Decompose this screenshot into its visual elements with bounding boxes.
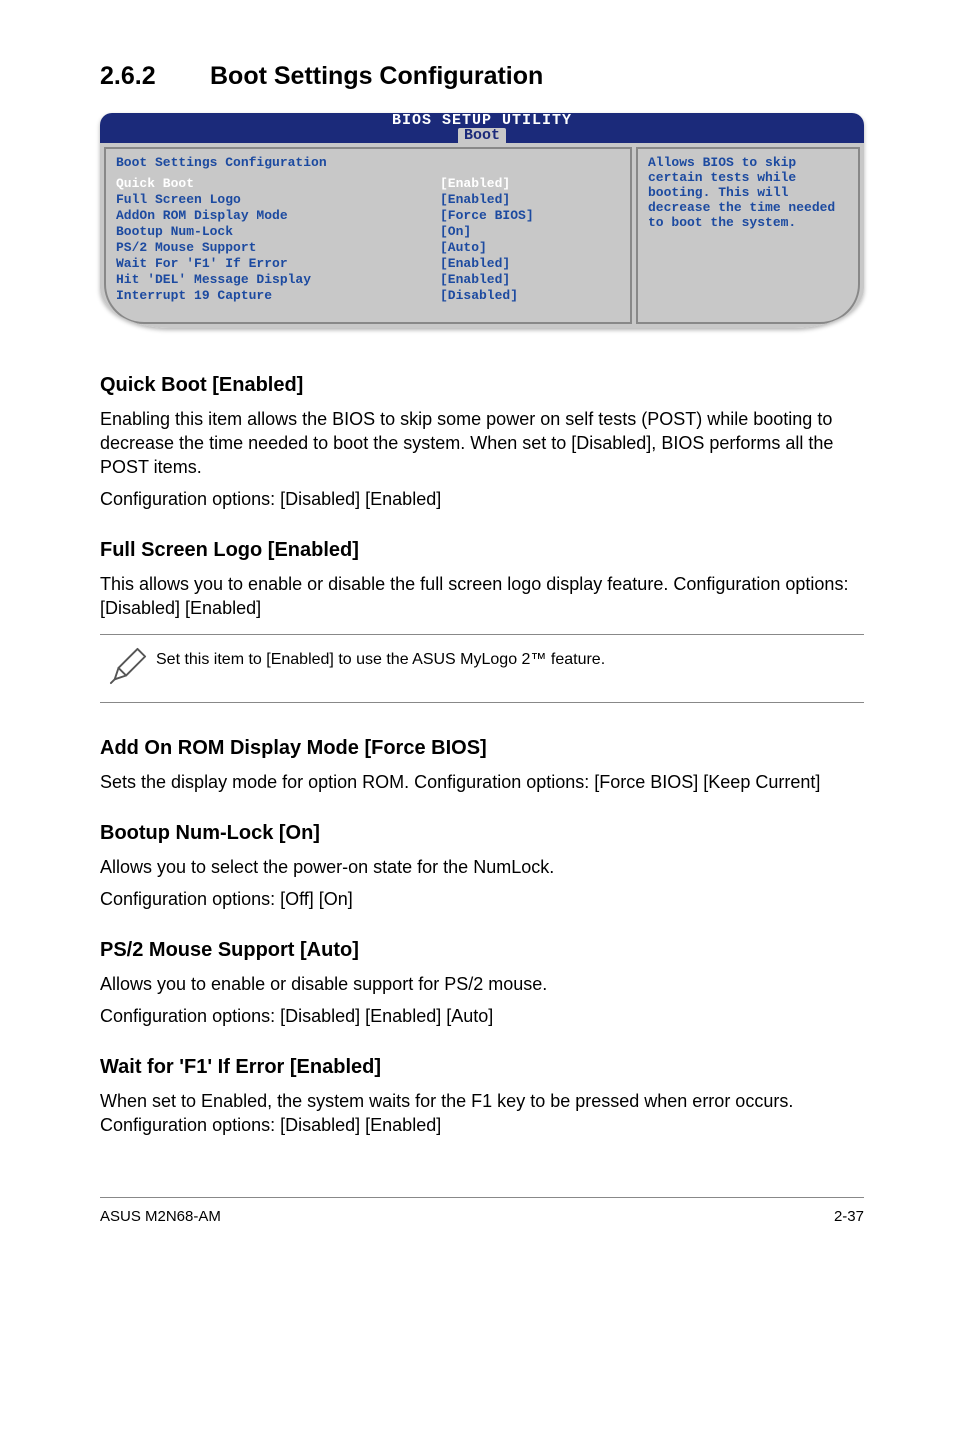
quick-boot-heading: Quick Boot [Enabled]: [100, 374, 864, 397]
bios-row-value: [Enabled]: [440, 256, 620, 272]
ps2-heading: PS/2 Mouse Support [Auto]: [100, 939, 864, 962]
bios-row-label: Hit 'DEL' Message Display: [116, 272, 440, 288]
bios-window: BIOS SETUP UTILITY Boot Boot Settings Co…: [100, 113, 864, 328]
section-heading: 2.6.2Boot Settings Configuration: [100, 62, 864, 91]
bios-row-label: Bootup Num-Lock: [116, 224, 440, 240]
section-title: Boot Settings Configuration: [210, 62, 543, 90]
numlock-block: Bootup Num-Lock [On] Allows you to selec…: [100, 822, 864, 911]
bios-row-label: Interrupt 19 Capture: [116, 288, 440, 304]
bios-row-label: Full Screen Logo: [116, 192, 440, 208]
pencil-icon: [100, 647, 156, 690]
bios-row-value: [Auto]: [440, 240, 620, 256]
bios-row: PS/2 Mouse Support[Auto]: [116, 240, 620, 256]
waitf1-heading: Wait for 'F1' If Error [Enabled]: [100, 1056, 864, 1079]
ps2-block: PS/2 Mouse Support [Auto] Allows you to …: [100, 939, 864, 1028]
bios-help-text: Allows BIOS to skip certain tests while …: [648, 155, 835, 230]
numlock-body1: Allows you to select the power-on state …: [100, 855, 864, 879]
quick-boot-body1: Enabling this item allows the BIOS to sk…: [100, 407, 864, 479]
bios-row: AddOn ROM Display Mode[Force BIOS]: [116, 208, 620, 224]
bios-settings-table: Quick Boot[Enabled]Full Screen Logo[Enab…: [116, 176, 620, 304]
bios-row-value: [Disabled]: [440, 288, 620, 304]
waitf1-block: Wait for 'F1' If Error [Enabled] When se…: [100, 1056, 864, 1137]
bios-row-label: PS/2 Mouse Support: [116, 240, 440, 256]
ps2-body1: Allows you to enable or disable support …: [100, 972, 864, 996]
bios-row: Quick Boot[Enabled]: [116, 176, 620, 192]
bios-titlebar: BIOS SETUP UTILITY Boot: [100, 113, 864, 143]
bios-row-value: [On]: [440, 224, 620, 240]
note-box: Set this item to [Enabled] to use the AS…: [100, 634, 864, 703]
full-screen-logo-block: Full Screen Logo [Enabled] This allows y…: [100, 539, 864, 620]
full-screen-logo-body: This allows you to enable or disable the…: [100, 572, 864, 620]
section-number: 2.6.2: [100, 62, 210, 91]
bios-row: Full Screen Logo[Enabled]: [116, 192, 620, 208]
addon-rom-body: Sets the display mode for option ROM. Co…: [100, 770, 864, 794]
bios-row-value: [Enabled]: [440, 272, 620, 288]
ps2-body2: Configuration options: [Disabled] [Enabl…: [100, 1004, 864, 1028]
bios-row-value: [Enabled]: [440, 192, 620, 208]
bios-row-label: AddOn ROM Display Mode: [116, 208, 440, 224]
bios-row: Hit 'DEL' Message Display[Enabled]: [116, 272, 620, 288]
bios-row-label: Quick Boot: [116, 176, 440, 192]
numlock-heading: Bootup Num-Lock [On]: [100, 822, 864, 845]
bios-panel-title: Boot Settings Configuration: [116, 155, 620, 170]
waitf1-body: When set to Enabled, the system waits fo…: [100, 1089, 864, 1137]
addon-rom-block: Add On ROM Display Mode [Force BIOS] Set…: [100, 737, 864, 794]
bios-row: Interrupt 19 Capture[Disabled]: [116, 288, 620, 304]
bios-title: BIOS SETUP UTILITY: [100, 113, 864, 128]
bios-row-value: [Enabled]: [440, 176, 620, 192]
full-screen-logo-heading: Full Screen Logo [Enabled]: [100, 539, 864, 562]
addon-rom-heading: Add On ROM Display Mode [Force BIOS]: [100, 737, 864, 760]
bios-row-value: [Force BIOS]: [440, 208, 620, 224]
note-text: Set this item to [Enabled] to use the AS…: [156, 647, 605, 671]
footer-left: ASUS M2N68-AM: [100, 1208, 221, 1225]
bios-row-label: Wait For 'F1' If Error: [116, 256, 440, 272]
bios-help-panel: Allows BIOS to skip certain tests while …: [636, 147, 860, 324]
bios-row: Bootup Num-Lock[On]: [116, 224, 620, 240]
bios-tab-boot: Boot: [458, 128, 506, 143]
quick-boot-body2: Configuration options: [Disabled] [Enabl…: [100, 487, 864, 511]
quick-boot-block: Quick Boot [Enabled] Enabling this item …: [100, 374, 864, 511]
page-footer: ASUS M2N68-AM 2-37: [100, 1197, 864, 1225]
bios-row: Wait For 'F1' If Error[Enabled]: [116, 256, 620, 272]
numlock-body2: Configuration options: [Off] [On]: [100, 887, 864, 911]
footer-right: 2-37: [834, 1208, 864, 1225]
bios-left-panel: Boot Settings Configuration Quick Boot[E…: [104, 147, 632, 324]
